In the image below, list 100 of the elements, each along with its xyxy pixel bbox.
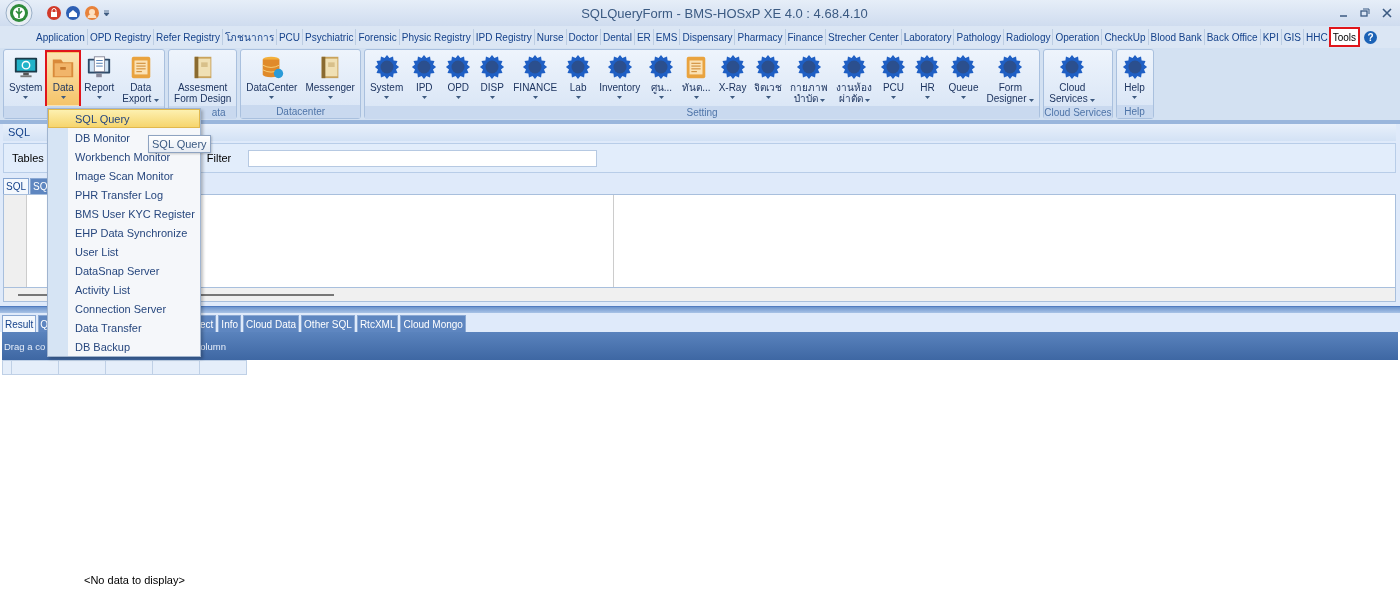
result-tab[interactable]: Cloud Data <box>243 315 300 332</box>
gear-icon <box>606 54 633 80</box>
menu-item[interactable]: BMS User KYC Register <box>48 204 200 223</box>
result-tab[interactable]: Info <box>218 315 242 332</box>
ribbon-button[interactable]: งานห้อง ผ่าตัด <box>833 52 876 106</box>
empty-grid-message: <No data to display> <box>84 574 185 586</box>
gear-icon <box>565 54 592 80</box>
menu-item[interactable]: PHR Transfer Log <box>48 185 200 204</box>
menu-tab[interactable]: ER <box>634 29 654 45</box>
menu-tab[interactable]: Dental <box>600 29 635 45</box>
ribbon-button[interactable]: Queue <box>945 52 982 106</box>
menu-item[interactable]: Activity List <box>48 280 200 299</box>
menu-tab[interactable]: PCU <box>276 29 304 45</box>
menu-tab[interactable]: EMS <box>653 29 681 45</box>
gear-icon <box>373 54 400 80</box>
ribbon-button[interactable]: Assesment Form Design <box>171 52 235 106</box>
menu-tab[interactable]: Physic Registry <box>399 29 474 45</box>
ribbon-button[interactable]: จิตเวช <box>751 52 786 106</box>
gear-icon <box>880 54 907 80</box>
gear-icon <box>522 54 549 80</box>
filter-field[interactable] <box>248 149 598 167</box>
result-tab[interactable]: Other SQL <box>301 315 355 332</box>
menu-tab[interactable]: Back Office <box>1204 29 1261 45</box>
menu-tab[interactable]: Tools <box>1330 29 1358 45</box>
menu-item[interactable]: Image Scan Monitor <box>48 166 200 185</box>
menu-tab[interactable]: Pharmacy <box>735 29 786 45</box>
menu-tab[interactable]: Laboratory <box>901 29 955 45</box>
menu-tab[interactable]: Refer Registry <box>154 29 223 45</box>
ribbon-button[interactable]: FINANCE <box>510 52 561 106</box>
ribbon-button[interactable]: OPD <box>442 52 475 106</box>
gear-icon <box>950 54 977 80</box>
ribbon-button[interactable]: Messenger <box>302 52 358 105</box>
menu-tab[interactable]: Operation <box>1053 29 1103 45</box>
result-tab[interactable]: RtcXML <box>356 315 399 332</box>
ribbon-button[interactable]: Report <box>81 52 118 106</box>
group-by-hint: olumn <box>200 340 227 352</box>
tables-label: Tables <box>12 152 44 164</box>
menu-tab[interactable]: Application <box>34 29 88 45</box>
ribbon-button[interactable]: System <box>366 52 407 106</box>
menu-tab[interactable]: KPI <box>1260 29 1282 45</box>
restore-icon[interactable] <box>1360 8 1370 18</box>
ribbon-button[interactable]: Help <box>1118 52 1151 105</box>
ribbon-button[interactable]: กายภาพ บำบัด <box>787 52 832 106</box>
menu-item[interactable]: SQL Query <box>48 109 200 128</box>
menu-tab[interactable]: GIS <box>1281 29 1304 45</box>
tooltip: SQL Query <box>148 135 211 153</box>
menu-tab[interactable]: Strecher Center <box>826 29 902 45</box>
menu-tab[interactable]: Dispensary <box>680 29 736 45</box>
ribbon-button[interactable]: X-Ray <box>715 52 750 106</box>
menu-item[interactable]: Data Transfer <box>48 318 200 337</box>
ribbon-button[interactable]: DataCenter <box>243 52 301 105</box>
menu-item[interactable]: User List <box>48 242 200 261</box>
ribbon-button[interactable]: Cloud Services <box>1046 52 1099 106</box>
menu-tab[interactable]: โภชนาการ <box>222 29 277 45</box>
menu-tab[interactable]: Psychiatric <box>303 29 357 45</box>
close-icon[interactable] <box>1382 8 1392 18</box>
ribbon-button[interactable]: Lab <box>562 52 595 106</box>
ribbon-button[interactable]: PCU <box>877 52 910 106</box>
menu-tab[interactable]: Pathology <box>954 29 1004 45</box>
home-icon[interactable] <box>66 6 80 20</box>
group-label: Cloud Services <box>1044 106 1112 119</box>
gear-icon <box>841 54 868 80</box>
menu-tab[interactable]: Doctor <box>566 29 601 45</box>
group-label: Setting <box>364 106 1040 119</box>
ribbon-button[interactable]: Data <box>47 52 80 106</box>
menu-item[interactable]: Connection Server <box>48 299 200 318</box>
menu-tab[interactable]: Blood Bank <box>1148 29 1205 45</box>
person-icon[interactable] <box>85 6 99 20</box>
screen-document-icon <box>86 54 113 80</box>
customize-caret-icon[interactable] <box>104 10 110 16</box>
gear-icon <box>997 54 1024 80</box>
help-button[interactable]: ? <box>1364 30 1377 44</box>
menu-tab[interactable]: CheckUp <box>1102 29 1149 45</box>
ribbon-button[interactable]: ทันต... <box>679 52 714 106</box>
menu-tab[interactable]: Nurse <box>534 29 567 45</box>
app-logo-icon[interactable] <box>5 0 33 27</box>
gear-icon <box>479 54 506 80</box>
ribbon-button[interactable]: ศูน... <box>645 52 678 106</box>
editor-tab[interactable]: SQL <box>3 178 29 194</box>
menu-tab[interactable]: Radiology <box>1003 29 1054 45</box>
ribbon-button[interactable]: IPD <box>408 52 441 106</box>
ribbon-button[interactable]: Data Export <box>119 52 163 106</box>
result-tab[interactable]: Cloud Mongo <box>400 315 466 332</box>
ribbon-button[interactable]: System <box>6 52 46 106</box>
menu-tab[interactable]: Forensic <box>356 29 400 45</box>
horizontal-scrollbar[interactable] <box>3 288 1396 302</box>
menu-item[interactable]: DB Backup <box>48 337 200 356</box>
ribbon-button[interactable]: Form Designer <box>983 52 1038 106</box>
ribbon-button[interactable]: DISP <box>476 52 509 106</box>
lock-icon[interactable] <box>47 6 61 20</box>
result-tab[interactable]: Result <box>2 315 37 332</box>
menu-tab[interactable]: Finance <box>785 29 827 45</box>
menu-item[interactable]: DataSnap Server <box>48 261 200 280</box>
gear-icon <box>1059 54 1086 80</box>
ribbon-button[interactable]: Inventory <box>596 52 644 106</box>
gear-icon <box>411 54 438 80</box>
menu-tab[interactable]: OPD Registry <box>87 29 155 45</box>
menu-item[interactable]: EHP Data Synchronize <box>48 223 200 242</box>
menu-tab[interactable]: IPD Registry <box>473 29 535 45</box>
ribbon-button[interactable]: HR <box>911 52 944 106</box>
